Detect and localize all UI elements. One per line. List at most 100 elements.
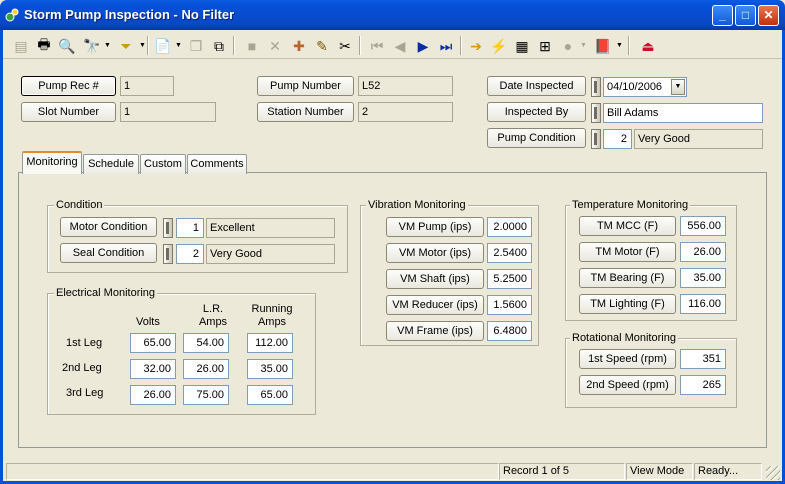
pump-rec-field[interactable]: 1 [120, 76, 174, 96]
first-speed-field[interactable]: 351 [680, 349, 726, 369]
resize-grip-icon[interactable] [766, 466, 780, 480]
form-icon[interactable]: ▦ [511, 35, 533, 57]
tm-motor-field[interactable]: 26.00 [680, 242, 726, 262]
minimize-button[interactable]: _ [712, 5, 733, 26]
pump-number-field[interactable]: L52 [358, 76, 453, 96]
vm-reducer-field[interactable]: 1.5600 [487, 295, 532, 315]
help-dropdown-icon[interactable]: ▼ [616, 42, 623, 49]
station-number-button[interactable]: Station Number [257, 102, 354, 122]
vm-shaft-button[interactable]: VM Shaft (ips) [386, 269, 484, 289]
date-inspected-button[interactable]: Date Inspected [487, 76, 586, 96]
lr-amps-field[interactable]: 26.00 [183, 359, 229, 379]
volts-field[interactable]: 32.00 [130, 359, 176, 379]
maximize-button[interactable]: □ [735, 5, 756, 26]
date-dropdown-icon[interactable]: ▼ [671, 79, 685, 95]
lr-column-header-line1: L.R. [202, 303, 224, 315]
lr-amps-field[interactable]: 75.00 [183, 385, 229, 405]
toolbar-separator [359, 36, 361, 55]
record-indicator [591, 77, 601, 97]
vm-motor-field[interactable]: 2.5400 [487, 243, 532, 263]
run-icon[interactable]: ⚡ [488, 35, 510, 57]
slot-number-button[interactable]: Slot Number [21, 102, 116, 122]
status-pane-empty [6, 463, 499, 480]
station-number-field[interactable]: 2 [358, 102, 453, 122]
next-record-icon[interactable]: ▶ [412, 35, 434, 57]
globe-dropdown-icon[interactable]: ▼ [580, 42, 587, 49]
running-amps-field[interactable]: 35.00 [247, 359, 293, 379]
tm-mcc-button[interactable]: TM MCC (F) [579, 216, 676, 236]
slot-number-field[interactable]: 1 [120, 102, 216, 122]
vm-motor-button[interactable]: VM Motor (ips) [386, 243, 484, 263]
record-indicator [591, 129, 601, 149]
tab-comments[interactable]: Comments [187, 154, 247, 174]
running-column-header-line1: Running [251, 303, 293, 315]
first-speed-button[interactable]: 1st Speed (rpm) [579, 349, 676, 369]
properties-icon[interactable]: ❐ [185, 35, 207, 57]
goto-icon[interactable]: ➔ [465, 35, 487, 57]
running-amps-field[interactable]: 65.00 [247, 385, 293, 405]
tab-schedule[interactable]: Schedule [83, 154, 139, 174]
second-speed-button[interactable]: 2nd Speed (rpm) [579, 375, 676, 395]
find-dropdown-icon[interactable]: ▼ [104, 42, 111, 49]
new-record-icon[interactable]: ✚ [288, 35, 310, 57]
vm-frame-field[interactable]: 6.4800 [487, 321, 532, 341]
globe-icon[interactable]: ● [557, 35, 579, 57]
tab-monitoring[interactable]: Monitoring [22, 151, 82, 174]
close-button[interactable]: ✕ [758, 5, 779, 26]
lr-amps-field[interactable]: 54.00 [183, 333, 229, 353]
last-record-icon[interactable]: ⏭ [435, 35, 457, 57]
edit-icon[interactable]: ✎ [311, 35, 333, 57]
pump-condition-code-field[interactable]: 2 [603, 129, 632, 149]
seal-condition-button[interactable]: Seal Condition [60, 243, 157, 263]
pump-condition-text-field: Very Good [634, 129, 763, 149]
filter-dropdown-icon[interactable]: ▼ [139, 42, 146, 49]
copy-record-icon[interactable]: ⧉ [208, 35, 230, 57]
volts-field[interactable]: 26.00 [130, 385, 176, 405]
layout-icon[interactable]: ⊞ [534, 35, 556, 57]
vm-reducer-button[interactable]: VM Reducer (ips) [386, 295, 484, 315]
vm-pump-button[interactable]: VM Pump (ips) [386, 217, 484, 237]
delete-icon[interactable]: ✕ [264, 35, 286, 57]
toolbar-separator [460, 36, 462, 55]
motor-condition-button[interactable]: Motor Condition [60, 217, 157, 237]
find-icon[interactable]: 🔭 [81, 35, 103, 57]
inspected-by-field[interactable]: Bill Adams [603, 103, 763, 123]
tm-mcc-field[interactable]: 556.00 [680, 216, 726, 236]
report-dropdown-icon[interactable]: ▼ [175, 42, 182, 49]
app-icon [5, 8, 19, 22]
pump-number-button[interactable]: Pump Number [257, 76, 354, 96]
help-book-icon[interactable]: 📕 [592, 35, 614, 57]
pump-condition-button[interactable]: Pump Condition [487, 128, 586, 148]
vm-shaft-field[interactable]: 5.2500 [487, 269, 532, 289]
print-icon[interactable]: 🖶 [33, 35, 55, 57]
tm-lighting-field[interactable]: 116.00 [680, 294, 726, 314]
previous-record-icon[interactable]: ◀ [389, 35, 411, 57]
running-amps-field[interactable]: 112.00 [247, 333, 293, 353]
seal-condition-text-field: Very Good [206, 244, 335, 264]
vm-frame-button[interactable]: VM Frame (ips) [386, 321, 484, 341]
exit-icon[interactable]: ⏏ [637, 35, 659, 57]
seal-condition-code-field[interactable]: 2 [176, 244, 204, 264]
tm-lighting-button[interactable]: TM Lighting (F) [579, 294, 676, 314]
record-indicator [591, 103, 601, 123]
report-icon[interactable]: 📄 [152, 35, 174, 57]
record-indicator [163, 218, 173, 238]
first-record-icon[interactable]: ⏮ [366, 35, 388, 57]
tm-bearing-button[interactable]: TM Bearing (F) [579, 268, 676, 288]
grid-view-icon[interactable]: ▤ [10, 35, 32, 57]
status-ready: Ready... [694, 463, 762, 480]
vm-pump-field[interactable]: 2.0000 [487, 217, 532, 237]
save-icon[interactable]: ■ [241, 35, 263, 57]
tm-bearing-field[interactable]: 35.00 [680, 268, 726, 288]
volts-field[interactable]: 65.00 [130, 333, 176, 353]
pump-rec-button[interactable]: Pump Rec # [21, 76, 116, 96]
motor-condition-code-field[interactable]: 1 [176, 218, 204, 238]
second-speed-field[interactable]: 265 [680, 375, 726, 395]
print-preview-icon[interactable]: 🔍 [56, 35, 78, 57]
tab-custom[interactable]: Custom [140, 154, 186, 174]
filter-icon[interactable]: ⏷ [115, 35, 137, 57]
cut-icon[interactable]: ✂ [334, 35, 356, 57]
inspected-by-button[interactable]: Inspected By [487, 102, 586, 122]
tm-motor-button[interactable]: TM Motor (F) [579, 242, 676, 262]
running-column-header-line2: Amps [257, 316, 287, 328]
